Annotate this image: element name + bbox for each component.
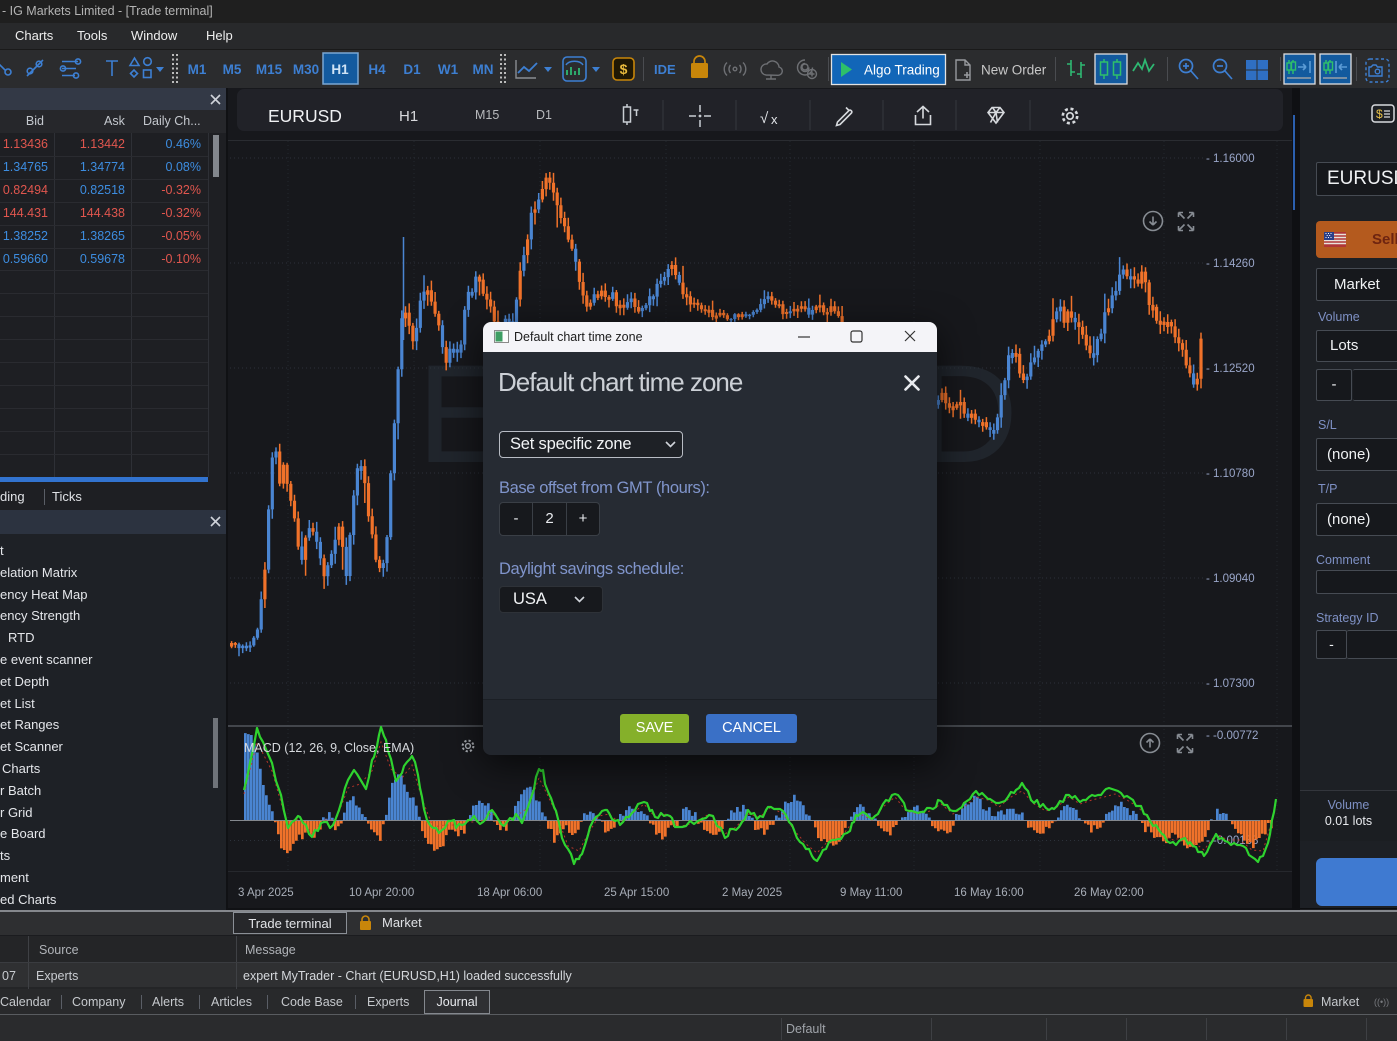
svg-text:- 1.09040: - 1.09040 (1206, 573, 1255, 585)
svg-text:√: √ (760, 110, 769, 127)
svg-text:- 1.10780: - 1.10780 (1206, 468, 1255, 480)
svg-text:MACD (12, 26, 9, Close, EMA): MACD (12, 26, 9, Close, EMA) (244, 741, 414, 755)
svg-text:H1: H1 (399, 108, 418, 125)
svg-text:EURUSD: EURUSD (268, 106, 342, 126)
svg-text:$: $ (1376, 107, 1383, 121)
svg-text:- 1.16000: - 1.16000 (1206, 153, 1255, 165)
svg-text:IDE: IDE (654, 62, 676, 77)
svg-text:M15: M15 (256, 62, 283, 77)
svg-text:D1: D1 (536, 108, 552, 122)
svg-text:New Order: New Order (981, 63, 1047, 78)
svg-text:- 1.14260: - 1.14260 (1206, 258, 1255, 270)
svg-text:H1: H1 (331, 62, 349, 77)
svg-text:- 1.07300: - 1.07300 (1206, 678, 1255, 690)
svg-text:16 May 16:00: 16 May 16:00 (954, 887, 1024, 899)
svg-text:x: x (771, 112, 778, 127)
svg-text:M5: M5 (223, 62, 242, 77)
svg-text:25 Apr 15:00: 25 Apr 15:00 (604, 887, 669, 899)
svg-text:M15: M15 (475, 108, 499, 122)
svg-text:D1: D1 (403, 62, 421, 77)
svg-text:2 May 2025: 2 May 2025 (722, 887, 782, 899)
svg-text:- 1.12520: - 1.12520 (1206, 363, 1255, 375)
svg-text:18 Apr 06:00: 18 Apr 06:00 (477, 887, 542, 899)
svg-text:26 May 02:00: 26 May 02:00 (1074, 887, 1144, 899)
svg-text:3 Apr 2025: 3 Apr 2025 (238, 887, 294, 899)
svg-text:- -0.00772: - -0.00772 (1206, 730, 1258, 742)
svg-text:9 May 11:00: 9 May 11:00 (840, 887, 902, 899)
svg-text:$: $ (620, 61, 628, 77)
svg-text:W1: W1 (438, 62, 459, 77)
svg-text:M30: M30 (293, 62, 319, 77)
svg-text:MN: MN (473, 62, 494, 77)
svg-text:Algo Trading: Algo Trading (864, 63, 940, 78)
svg-text:M1: M1 (188, 62, 207, 77)
svg-text:10 Apr 20:00: 10 Apr 20:00 (349, 887, 414, 899)
svg-text:H4: H4 (368, 62, 386, 77)
